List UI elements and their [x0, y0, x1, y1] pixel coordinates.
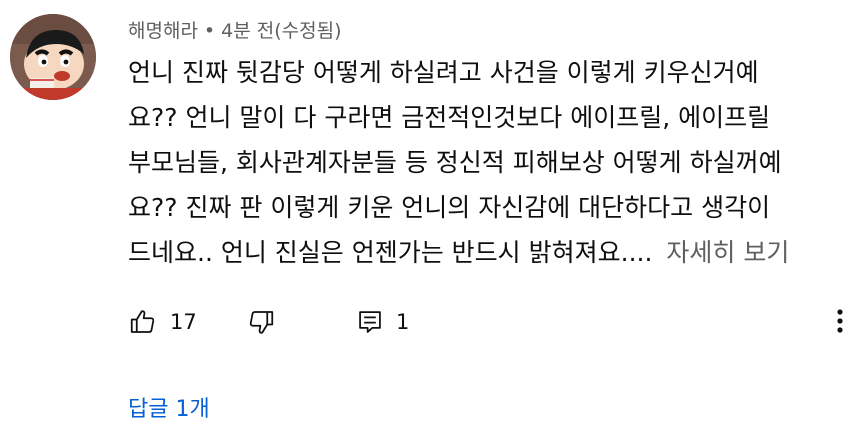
comment-header: 해명해라 • 4분 전(수정됨)	[128, 14, 342, 48]
author-name[interactable]: 해명해라	[128, 20, 198, 42]
comment-line: 요?? 언니 말이 다 구라면 금전적인것보다 에이프릴, 에이프릴	[128, 103, 771, 132]
meta-separator: •	[203, 20, 216, 42]
read-more-link[interactable]: 자세히 보기	[666, 238, 789, 267]
more-actions-button[interactable]	[828, 306, 852, 340]
comment-reply-icon	[356, 308, 384, 336]
comment-text: 언니 진짜 뒷감당 어떻게 하실려고 사건을 이렇게 키우신거예 요?? 언니 …	[128, 50, 844, 275]
comment-line: 요?? 진짜 판 이렇게 키운 언니의 자신감에 대단하다고 생각이	[128, 193, 771, 222]
like-count: 17	[170, 310, 197, 334]
reply-count: 1	[396, 310, 410, 334]
comment-actions: 17 1	[128, 302, 848, 342]
cartoon-avatar-image	[10, 14, 96, 100]
view-replies-button[interactable]: 답글 1개	[128, 392, 210, 428]
dislike-button[interactable]	[246, 302, 276, 342]
author-avatar[interactable]	[10, 14, 96, 100]
like-button[interactable]: 17	[128, 302, 197, 342]
comment-timestamp[interactable]: 4분 전(수정됨)	[221, 20, 341, 42]
comment-line-text: 드네요.. 언니 진실은 언젠가는 반드시 밝혀져요....	[128, 238, 653, 267]
comment-line-last: 드네요.. 언니 진실은 언젠가는 반드시 밝혀져요.... 자세히 보기	[128, 230, 844, 275]
comment-line: 언니 진짜 뒷감당 어떻게 하실려고 사건을 이렇게 키우신거예	[128, 58, 759, 87]
thumbs-down-icon	[246, 307, 276, 337]
comment-line: 부모님들, 회사관계자분들 등 정신적 피해보상 어떻게 하실꺼예	[128, 148, 782, 177]
thumbs-up-icon	[128, 307, 158, 337]
reply-button[interactable]: 1	[356, 302, 409, 342]
more-vertical-icon	[836, 308, 844, 338]
